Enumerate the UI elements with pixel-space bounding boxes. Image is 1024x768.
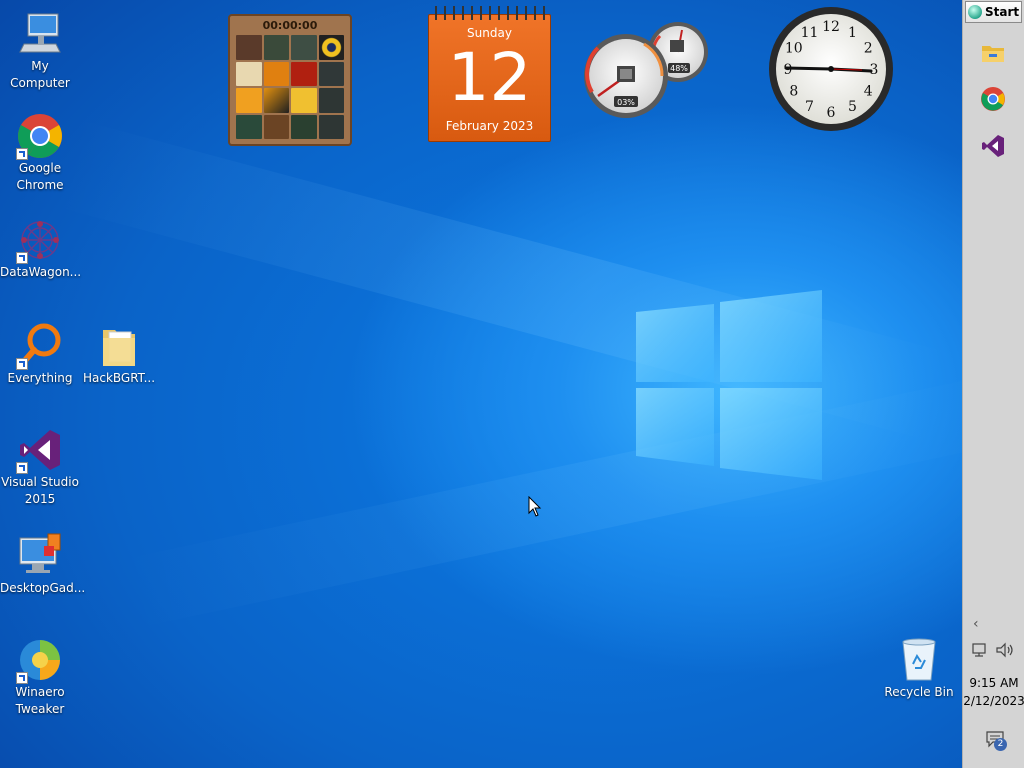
taskbar[interactable]: Start ‹ 9:15 AM 2/12/2023 2: [962, 0, 1024, 768]
puzzle-tile[interactable]: [263, 35, 289, 60]
windows-logo-wallpaper: [636, 290, 822, 480]
desktop-icon-label: Recycle Bin: [884, 685, 954, 699]
recycle-bin-icon: [895, 636, 943, 684]
puzzle-tile[interactable]: [291, 114, 317, 139]
clock-numeral: 10: [785, 41, 803, 57]
desktop-icon-label: DesktopGad...: [0, 581, 86, 595]
calendar-month-year: February 2023: [445, 119, 534, 133]
computer-icon: [16, 10, 64, 58]
puzzle-tile[interactable]: [318, 88, 344, 113]
clock-numeral: 7: [805, 99, 814, 115]
datawagon-icon: [16, 216, 64, 264]
search-magnifier-icon: [16, 322, 64, 370]
puzzle-tile[interactable]: [236, 61, 262, 86]
analog-clock-gadget[interactable]: 12 1234567891011: [768, 6, 894, 132]
clock-numeral: 6: [827, 105, 836, 121]
file-explorer-icon[interactable]: [980, 40, 1006, 66]
calendar-gadget[interactable]: Sunday 12 February 2023: [428, 6, 551, 142]
clock-numeral: 11: [801, 25, 819, 41]
puzzle-tile[interactable]: [318, 114, 344, 139]
clock-numeral: 12: [822, 19, 840, 35]
start-button[interactable]: Start: [965, 1, 1022, 23]
desktop-icon-label: Winaero Tweaker: [15, 685, 65, 716]
mouse-cursor-icon: [528, 496, 542, 517]
clock-numeral: 2: [864, 41, 873, 57]
calendar-rings: [431, 6, 549, 20]
calendar-day: 12: [447, 39, 532, 116]
puzzle-tile[interactable]: [236, 35, 262, 60]
puzzle-tile[interactable]: [318, 35, 344, 60]
desktop-gadgets-icon: [16, 532, 64, 580]
chrome-icon: [16, 112, 64, 160]
visual-studio-icon[interactable]: [980, 133, 1006, 159]
memory-percent: 48%: [670, 64, 688, 73]
memory-chip-icon: [670, 40, 684, 52]
shortcut-arrow-icon: [16, 462, 28, 474]
desktop-icon-my-computer[interactable]: My Computer: [0, 10, 80, 92]
shortcut-arrow-icon: [16, 358, 28, 370]
desktop-icon-visual-studio-2015[interactable]: Visual Studio 2015: [0, 426, 80, 508]
clock-time[interactable]: 9:15 AM: [963, 676, 1024, 690]
cpu-meter-gadget[interactable]: 48% 03%: [584, 22, 714, 120]
desktop-icon-label: DataWagon...: [0, 265, 82, 279]
shortcut-arrow-icon: [16, 672, 28, 684]
visual-studio-icon: [16, 426, 64, 474]
puzzle-tile[interactable]: [236, 88, 262, 113]
shortcut-arrow-icon: [16, 252, 28, 264]
desktop-icon-hackbgrt[interactable]: HackBGRT...: [79, 322, 159, 387]
desktop-icon-winaero-tweaker[interactable]: Winaero Tweaker: [0, 636, 80, 718]
clock-numeral: 8: [789, 84, 798, 100]
cpu-percent: 03%: [617, 98, 635, 107]
desktop-icon-label: My Computer: [10, 59, 70, 90]
desktop-icon-everything[interactable]: Everything: [0, 322, 80, 387]
chrome-icon[interactable]: [980, 86, 1006, 112]
desktop-icon-label: Google Chrome: [16, 161, 64, 192]
puzzle-tile-empty[interactable]: [263, 114, 289, 139]
puzzle-tile[interactable]: [263, 61, 289, 86]
network-icon[interactable]: [971, 642, 989, 658]
desktop-icon-datawagon[interactable]: DataWagon...: [0, 216, 82, 281]
action-center-button[interactable]: 2: [985, 728, 1011, 752]
slide-puzzle-gadget[interactable]: 00:00:00: [228, 14, 352, 146]
desktop-icon-desktopgadgets[interactable]: DesktopGad...: [0, 532, 86, 597]
desktop-icon-label: HackBGRT...: [82, 371, 156, 385]
desktop-icon-label: Visual Studio 2015: [1, 475, 79, 506]
notification-count-badge: 2: [994, 738, 1007, 751]
winaero-tweaker-icon: [16, 636, 64, 684]
calendar-weekday: Sunday: [467, 26, 512, 40]
puzzle-tile[interactable]: [318, 61, 344, 86]
puzzle-tile[interactable]: [263, 88, 289, 113]
puzzle-timer: 00:00:00: [262, 19, 318, 32]
clock-numeral: 1: [848, 25, 857, 41]
start-label: Start: [985, 5, 1020, 19]
desktop-icon-google-chrome[interactable]: Google Chrome: [0, 112, 80, 194]
puzzle-tile[interactable]: [236, 114, 262, 139]
shortcut-arrow-icon: [16, 148, 28, 160]
volume-icon[interactable]: [995, 642, 1015, 658]
puzzle-tile[interactable]: [291, 88, 317, 113]
start-orb-icon: [968, 5, 982, 19]
desktop[interactable]: My Computer Google Chrome DataWagon... E…: [0, 0, 962, 768]
clock-numeral: 4: [864, 84, 873, 100]
puzzle-grid[interactable]: [236, 35, 344, 139]
puzzle-tile[interactable]: [291, 35, 317, 60]
folder-icon: [95, 322, 143, 370]
desktop-icon-recycle-bin[interactable]: Recycle Bin: [879, 636, 959, 701]
show-hidden-icons-chevron-icon[interactable]: ‹: [973, 616, 979, 632]
desktop-icon-label: Everything: [7, 371, 73, 385]
clock-numeral: 9: [784, 62, 793, 78]
puzzle-tile[interactable]: [291, 61, 317, 86]
clock-date[interactable]: 2/12/2023: [963, 694, 1024, 708]
clock-numeral: 5: [848, 99, 857, 115]
